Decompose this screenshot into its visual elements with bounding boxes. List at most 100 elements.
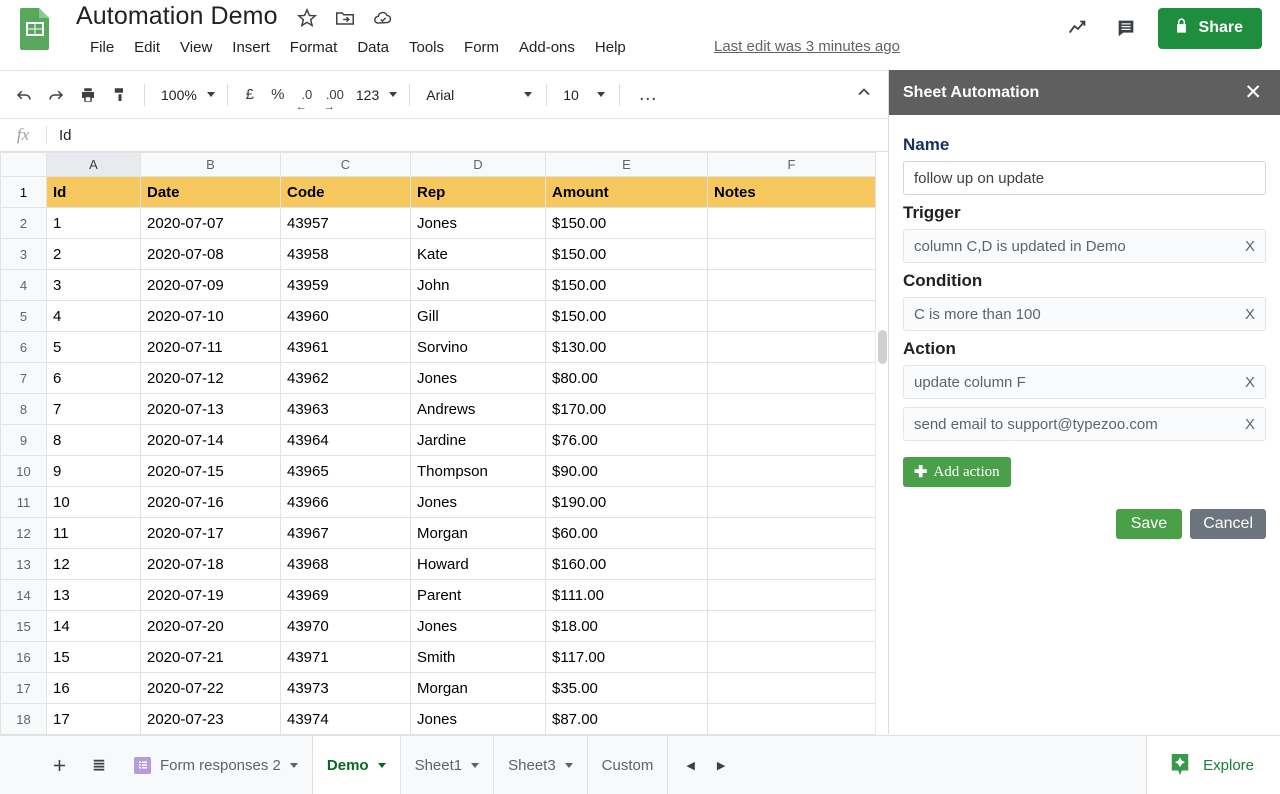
sheet-tab-label: Sheet1 (415, 757, 463, 774)
menu-file[interactable]: File (80, 36, 124, 59)
font-size-selector[interactable]: 10 (555, 80, 611, 110)
redo-icon[interactable] (40, 79, 72, 111)
menu-help[interactable]: Help (585, 36, 636, 59)
sheet-tab-sheet1[interactable]: Sheet1 (401, 736, 495, 794)
sheet-tab-demo[interactable]: Demo (313, 736, 401, 794)
add-action-button[interactable]: ✚ Add action (903, 457, 1011, 487)
google-sheets-logo[interactable] (18, 7, 52, 51)
condition-row[interactable]: C is more than 100 X (903, 297, 1266, 331)
close-icon[interactable]: ✕ (1240, 80, 1266, 105)
action-row[interactable]: update column F X (903, 365, 1266, 399)
menu-tools[interactable]: Tools (399, 36, 454, 59)
increase-decimal-button[interactable]: .00 → (320, 80, 348, 110)
paint-format-icon[interactable] (104, 79, 136, 111)
triangle-left-icon[interactable]: ◀ (686, 759, 694, 772)
share-button-label: Share (1199, 19, 1243, 37)
chevron-down-icon (597, 92, 605, 97)
add-action-label: Add action (933, 464, 999, 481)
remove-action-button-1[interactable]: X (1237, 374, 1255, 391)
sheet-automation-panel: Sheet Automation ✕ Name Trigger column C… (888, 70, 1280, 734)
sheet-tab-label: Demo (327, 757, 369, 774)
cell-a1[interactable]: Id (47, 177, 141, 208)
chevron-down-icon[interactable] (471, 763, 479, 768)
sheet-tab-label: Sheet3 (508, 757, 556, 774)
menu-format[interactable]: Format (280, 36, 348, 59)
name-input[interactable] (903, 161, 1266, 195)
panel-title: Sheet Automation (903, 84, 1240, 102)
menu-edit[interactable]: Edit (124, 36, 170, 59)
font-family-selector[interactable]: Arial (418, 80, 538, 110)
menu-insert[interactable]: Insert (222, 36, 280, 59)
action-row[interactable]: send email to support@typezoo.com X (903, 407, 1266, 441)
arrow-right-icon: → (324, 101, 335, 113)
decrease-decimal-button[interactable]: .0 ← (292, 80, 320, 110)
action-label: Action (903, 339, 1266, 359)
sheet-tab-sheet3[interactable]: Sheet3 (494, 736, 588, 794)
cloud-saved-icon[interactable] (372, 7, 394, 29)
google-sheets-window: Automation Demo File (0, 0, 1280, 794)
number-format-label: 123 (356, 87, 379, 103)
top-bar: Automation Demo File (0, 0, 1280, 70)
toolbar: 100% £ % .0 ← .00 → 123 Arial 10 … (0, 70, 888, 118)
lock-icon (1173, 17, 1190, 39)
explore-label: Explore (1203, 757, 1254, 774)
explore-button[interactable]: Explore (1146, 736, 1280, 794)
name-label: Name (903, 135, 1266, 155)
currency-format-button[interactable]: £ (236, 80, 264, 110)
trigger-row[interactable]: column C,D is updated in Demo X (903, 229, 1266, 263)
vertical-scrollbar[interactable]: ▲ ▼ (875, 328, 888, 735)
remove-condition-button[interactable]: X (1237, 306, 1255, 323)
menu-data[interactable]: Data (347, 36, 399, 59)
vertical-scrollbar-thumb[interactable] (878, 330, 887, 364)
toolbar-divider (546, 84, 547, 106)
menu-bar: File Edit View Insert Format Data Tools … (80, 36, 636, 59)
formula-bar: fx Id (0, 118, 888, 152)
form-icon (134, 757, 151, 774)
chevron-down-icon[interactable] (378, 763, 386, 768)
percent-format-button[interactable]: % (264, 80, 292, 110)
menu-form[interactable]: Form (454, 36, 509, 59)
chevron-down-icon (524, 92, 532, 97)
more-options-button[interactable]: … (628, 90, 668, 100)
remove-trigger-button[interactable]: X (1237, 238, 1255, 255)
trigger-text: column C,D is updated in Demo (914, 238, 1237, 255)
sheet-tab-form-responses-2[interactable]: Form responses 2 (120, 736, 313, 794)
undo-icon[interactable] (8, 79, 40, 111)
remove-action-button-2[interactable]: X (1237, 416, 1255, 433)
list-sheets-icon[interactable] (84, 750, 114, 780)
title-icon-group (296, 7, 394, 29)
menu-addons[interactable]: Add-ons (509, 36, 585, 59)
font-family-value: Arial (426, 87, 454, 103)
explore-icon (1169, 752, 1191, 778)
toolbar-divider (619, 84, 620, 106)
document-title[interactable]: Automation Demo (76, 2, 278, 31)
plus-icon[interactable] (44, 750, 74, 780)
spreadsheet-grid: A B C D E F 1 Id Date Code Rep Amount No… (0, 152, 888, 735)
condition-text: C is more than 100 (914, 306, 1237, 323)
triangle-right-icon[interactable]: ▶ (717, 759, 725, 772)
trigger-label: Trigger (903, 203, 1266, 223)
cancel-button[interactable]: Cancel (1190, 509, 1266, 539)
chevron-down-icon (389, 92, 397, 97)
zoom-selector[interactable]: 100% (153, 80, 219, 110)
move-to-folder-icon[interactable] (334, 7, 356, 29)
select-all-corner[interactable] (1, 153, 47, 177)
last-edit-status[interactable]: Last edit was 3 minutes ago (714, 38, 900, 55)
formula-input[interactable]: Id (47, 127, 888, 144)
top-bar-actions: Share (1054, 4, 1280, 52)
save-button[interactable]: Save (1116, 509, 1182, 539)
share-button[interactable]: Share (1158, 8, 1262, 49)
panel-footer-actions: Save Cancel (903, 509, 1266, 539)
sheet-tab-custom[interactable]: Custom (588, 736, 668, 794)
star-icon[interactable] (296, 7, 318, 29)
chevron-up-icon[interactable] (854, 82, 874, 107)
number-format-selector[interactable]: 123 (348, 80, 401, 110)
menu-view[interactable]: View (170, 36, 222, 59)
chevron-down-icon[interactable] (290, 763, 298, 768)
print-icon[interactable] (72, 79, 104, 111)
chevron-down-icon[interactable] (565, 763, 573, 768)
trending-up-icon[interactable] (1054, 4, 1102, 52)
comment-icon[interactable] (1102, 4, 1150, 52)
action-text-2: send email to support@typezoo.com (914, 416, 1237, 433)
font-size-value: 10 (563, 87, 579, 103)
